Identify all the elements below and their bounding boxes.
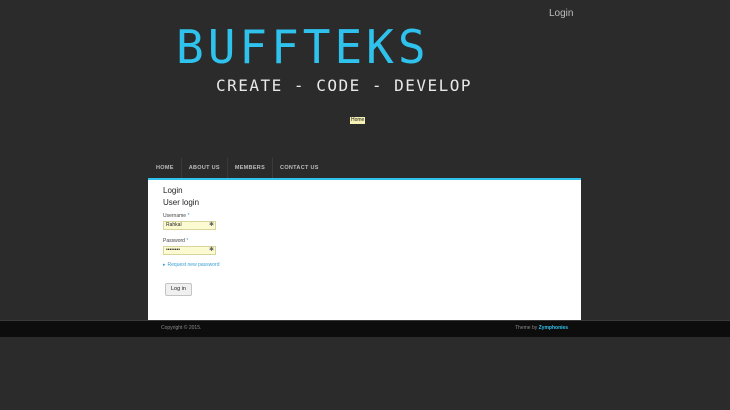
main-nav: HOME ABOUT US MEMBERS CONTACT US — [149, 158, 581, 178]
theme-prefix: Theme by — [515, 325, 538, 331]
site-slogan: CREATE - CODE - DEVELOP — [216, 76, 473, 95]
password-field[interactable]: •••••••• ✱ — [163, 246, 216, 255]
log-in-button[interactable]: Log in — [165, 283, 192, 296]
password-label: Password * — [163, 238, 188, 244]
site-name[interactable]: BUFFTEKS — [176, 22, 556, 72]
theme-credit: Theme by Zymphonies — [515, 325, 568, 331]
arrow-right-icon: ▸ — [163, 262, 166, 268]
username-label-text: Username — [163, 213, 187, 219]
password-value: •••••••• — [166, 247, 181, 253]
required-mark: * — [187, 213, 190, 219]
nav-item-members[interactable]: MEMBERS — [228, 158, 274, 178]
username-field[interactable]: Rahkal ✱ — [163, 221, 216, 230]
username-value: Rahkal — [166, 222, 182, 228]
copyright-text: Copyright © 2015. — [161, 325, 202, 331]
block-title: User login — [163, 198, 200, 207]
breadcrumb-home[interactable]: Home — [350, 117, 366, 124]
required-mark: * — [186, 238, 189, 244]
page-title: Login — [163, 186, 183, 195]
username-label: Username * — [163, 213, 189, 219]
nav-item-contact-us[interactable]: CONTACT US — [273, 158, 326, 178]
request-password-text: Request new password — [167, 262, 220, 268]
login-link[interactable]: Login — [549, 8, 573, 19]
nav-item-home[interactable]: HOME — [149, 158, 182, 178]
password-label-text: Password — [163, 238, 185, 244]
autofill-key-icon: ✱ — [208, 222, 214, 228]
theme-link[interactable]: Zymphonies — [539, 325, 568, 331]
autofill-key-icon: ✱ — [208, 247, 214, 253]
content-area: Login User login Username * Rahkal ✱ Pas… — [148, 178, 581, 323]
request-password-link[interactable]: ▸ Request new password — [163, 262, 220, 268]
footer: Copyright © 2015. Theme by Zymphonies — [0, 320, 730, 337]
nav-item-about-us[interactable]: ABOUT US — [182, 158, 228, 178]
